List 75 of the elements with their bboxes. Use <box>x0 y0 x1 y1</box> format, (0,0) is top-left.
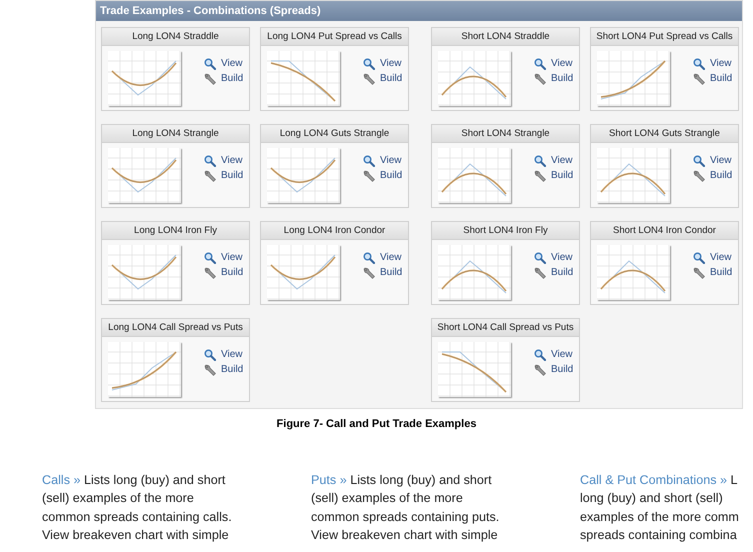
card-title: Long LON4 Iron Condor <box>261 222 408 240</box>
build-link[interactable]: Build <box>534 266 574 279</box>
magnifier-icon <box>534 154 546 166</box>
card-title: Long LON4 Straddle <box>102 28 249 46</box>
build-link[interactable]: Build <box>204 169 244 182</box>
card-title: Short LON4 Put Spread vs Calls <box>591 28 738 46</box>
magnifier-icon <box>534 58 546 70</box>
card-title: Long LON4 Put Spread vs Calls <box>261 28 408 46</box>
magnifier-icon <box>693 252 705 264</box>
description-text: Puts » Lists long (buy) and short (sell) examples of the more common spreads containing puts. View breakeven chart with simple <box>311 472 500 544</box>
card-title: Short LON4 Straddle <box>432 28 579 46</box>
view-link[interactable]: View <box>534 348 574 361</box>
view-link[interactable]: View <box>204 251 244 264</box>
card-title: Short LON4 Iron Fly <box>432 222 579 240</box>
description-text: Call & Put Combinations » L long (buy) and short (sell) examples of the more comm spreads containing combina <box>580 472 740 544</box>
view-link[interactable]: View <box>204 57 244 70</box>
build-link[interactable]: Build <box>363 169 402 182</box>
build-link[interactable]: Build <box>693 72 732 85</box>
wrench-icon <box>363 72 375 84</box>
view-link[interactable]: View <box>534 57 574 70</box>
card-title: Long LON4 Strangle <box>102 125 249 143</box>
panel-title: Trade Examples - Combinations (Spreads) <box>96 1 742 21</box>
view-link[interactable]: View <box>693 57 732 70</box>
card-title: Short LON4 Strangle <box>432 125 579 143</box>
build-link[interactable]: Build <box>204 266 244 279</box>
magnifier-icon <box>363 252 375 264</box>
magnifier-icon <box>534 252 546 264</box>
build-link[interactable]: Build <box>534 72 574 85</box>
magnifier-icon <box>693 154 705 166</box>
magnifier-icon <box>204 58 216 70</box>
build-link[interactable]: Build <box>363 266 402 279</box>
wrench-icon <box>534 364 546 376</box>
view-link[interactable]: View <box>204 154 244 167</box>
view-link[interactable]: View <box>693 154 732 167</box>
build-link[interactable]: Build <box>534 363 574 376</box>
wrench-icon <box>693 170 705 182</box>
build-link[interactable]: Build <box>204 363 244 376</box>
build-link[interactable]: Build <box>534 169 574 182</box>
magnifier-icon <box>363 58 375 70</box>
build-link[interactable]: Build <box>204 72 244 85</box>
magnifier-icon <box>204 348 216 360</box>
figure-caption: Figure 7- Call and Put Trade Examples <box>276 417 478 432</box>
wrench-icon <box>204 170 216 182</box>
card-title: Short LON4 Guts Strangle <box>591 125 738 143</box>
card-title: Short LON4 Call Spread vs Puts <box>432 319 579 337</box>
wrench-icon <box>363 266 375 278</box>
wrench-icon <box>363 170 375 182</box>
card-title: Long LON4 Guts Strangle <box>261 125 408 143</box>
view-link[interactable]: View <box>204 348 244 361</box>
card-title: Long LON4 Call Spread vs Puts <box>102 319 249 337</box>
build-link[interactable]: Build <box>693 266 732 279</box>
view-link[interactable]: View <box>363 251 402 264</box>
description-text: Calls » Lists long (buy) and short (sell) examples of the more common spreads containing calls. View breakeven chart with simple <box>42 472 233 544</box>
card-title: Long LON4 Iron Fly <box>102 222 249 240</box>
wrench-icon <box>534 266 546 278</box>
magnifier-icon <box>204 252 216 264</box>
view-link[interactable]: View <box>534 251 574 264</box>
magnifier-icon <box>693 58 705 70</box>
card-title: Short LON4 Iron Condor <box>591 222 738 240</box>
build-link[interactable]: Build <box>363 72 402 85</box>
wrench-icon <box>534 72 546 84</box>
wrench-icon <box>534 170 546 182</box>
magnifier-icon <box>534 348 546 360</box>
wrench-icon <box>693 72 705 84</box>
wrench-icon <box>204 72 216 84</box>
wrench-icon <box>693 266 705 278</box>
view-link[interactable]: View <box>363 57 402 70</box>
magnifier-icon <box>204 154 216 166</box>
wrench-icon <box>204 266 216 278</box>
wrench-icon <box>204 364 216 376</box>
build-link[interactable]: Build <box>693 169 732 182</box>
magnifier-icon <box>363 154 375 166</box>
view-link[interactable]: View <box>693 251 732 264</box>
view-link[interactable]: View <box>534 154 574 167</box>
view-link[interactable]: View <box>363 154 402 167</box>
